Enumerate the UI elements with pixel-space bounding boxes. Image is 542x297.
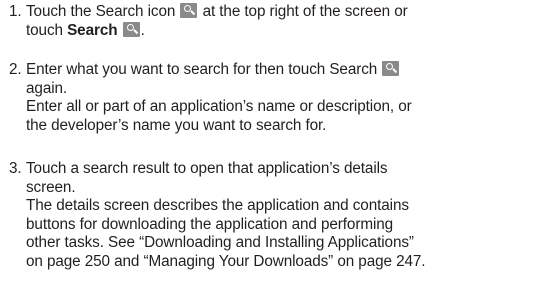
step-2-line-2: again. bbox=[26, 79, 68, 97]
step-3-line-5: other tasks. See “Downloading and Instal… bbox=[26, 234, 414, 251]
step-3-line-1: Touch a search result to open that appli… bbox=[26, 160, 388, 177]
step-3: 3. Touch a search result to open that ap… bbox=[9, 160, 541, 271]
search-icon bbox=[382, 61, 400, 76]
step-number: 3. bbox=[9, 160, 22, 177]
step-2-line-3: Enter all or part of an application’s na… bbox=[26, 98, 412, 115]
step-number: 1. bbox=[9, 3, 22, 20]
step-2-line-4: the developer’s name you want to search … bbox=[26, 116, 327, 134]
step-text: Enter what you want to search for then t… bbox=[26, 61, 378, 78]
step-text: at the top right of the screen or bbox=[202, 3, 408, 20]
step-1-line-1: Touch the Search icon at the top right o… bbox=[26, 3, 541, 22]
step-3-line-6: on page 250 and “Managing Your Downloads… bbox=[26, 252, 426, 270]
step-3-line-4: buttons for downloading the application … bbox=[26, 215, 394, 233]
step-number: 2. bbox=[9, 61, 22, 78]
step-2-line-1: Enter what you want to search for then t… bbox=[26, 61, 541, 80]
step-text: Touch the Search icon bbox=[26, 3, 176, 20]
step-1: 1. Touch the Search icon at the top righ… bbox=[9, 3, 541, 40]
instructions-page: 1. Touch the Search icon at the top righ… bbox=[0, 0, 542, 297]
step-text: touch bbox=[26, 21, 63, 39]
step-text: . bbox=[140, 21, 145, 39]
search-icon bbox=[122, 21, 140, 37]
step-3-line-2: screen. bbox=[26, 178, 76, 196]
step-1-line-2: touch Search . bbox=[26, 21, 541, 41]
search-icon bbox=[180, 3, 198, 18]
step-2: 2. Enter what you want to search for the… bbox=[9, 61, 541, 135]
search-label: Search bbox=[67, 21, 118, 39]
step-3-line-3: The details screen describes the applica… bbox=[26, 197, 409, 214]
